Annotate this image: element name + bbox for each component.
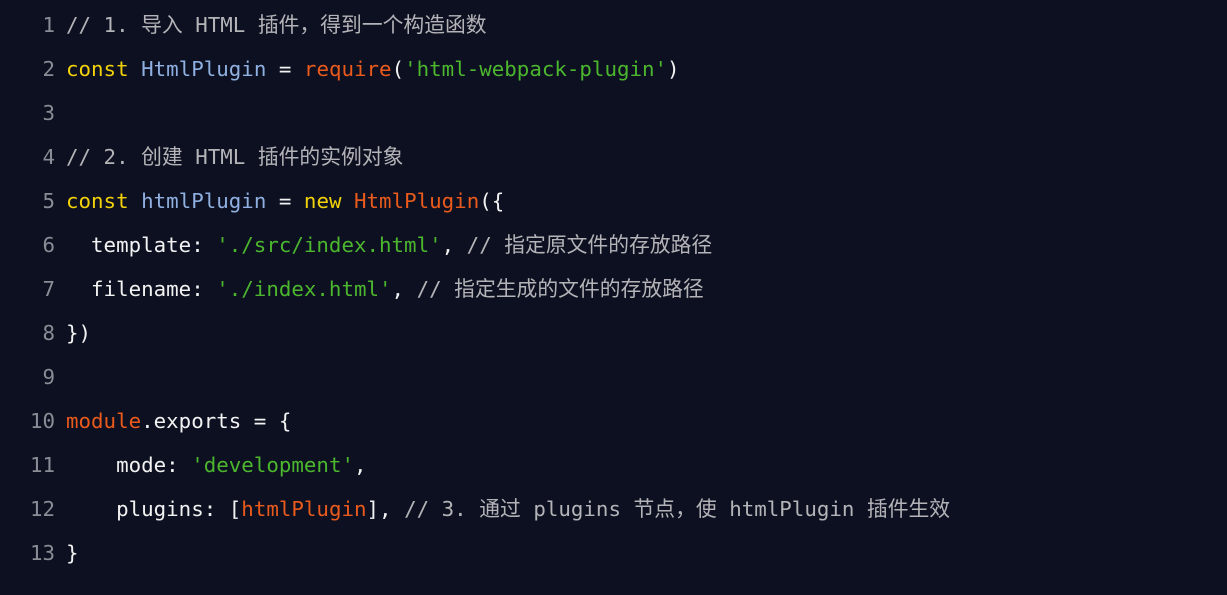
line-number: 7 <box>42 277 55 301</box>
token-plain: .exports = { <box>141 409 292 433</box>
token-func: module <box>66 409 142 433</box>
code-line: 6 template: './src/index.html', // 指定原文件… <box>0 223 1227 267</box>
token-plain: ( <box>391 57 405 81</box>
line-number: 3 <box>42 101 55 125</box>
token-plain: = <box>266 57 304 81</box>
code-line: 5 const htmlPlugin = new HtmlPlugin({ <box>0 179 1227 223</box>
code-line: 3 <box>0 91 1227 135</box>
line-number: 8 <box>42 321 55 345</box>
token-string: './src/index.html' <box>216 233 442 257</box>
code-line: 11 mode: 'development', <box>0 443 1227 487</box>
token-func: htmlPlugin <box>241 497 367 521</box>
code-line: 13} <box>0 531 1227 575</box>
token-comment: // 1. 导入 HTML 插件，得到一个构造函数 <box>66 13 487 37</box>
line-number: 2 <box>42 57 55 81</box>
line-source: module.exports = { <box>66 399 291 443</box>
line-number: 6 <box>42 233 55 257</box>
token-plain: plugins: [ <box>66 497 242 521</box>
code-line: 2 const HtmlPlugin = require('html-webpac… <box>0 47 1227 91</box>
token-plain: ], <box>366 497 405 521</box>
token-plain: template: <box>66 233 217 257</box>
line-number: 4 <box>42 145 55 169</box>
token-plain: = <box>266 189 304 213</box>
line-number: 1 <box>42 13 55 37</box>
code-line: 1 // 1. 导入 HTML 插件，得到一个构造函数 <box>0 3 1227 47</box>
token-string: './index.html' <box>216 277 392 301</box>
token-plain: ) <box>667 57 680 81</box>
line-source: mode: 'development', <box>66 443 367 487</box>
line-source: // 1. 导入 HTML 插件，得到一个构造函数 <box>66 3 487 47</box>
token-plain: , <box>354 453 367 477</box>
token-string: 'html-webpack-plugin' <box>404 57 668 81</box>
token-ident: HtmlPlugin <box>141 57 267 81</box>
token-comment: // 指定原文件的存放路径 <box>466 233 713 257</box>
line-number: 12 <box>29 497 55 521</box>
token-string: 'development' <box>191 453 354 477</box>
line-source: }) <box>66 311 91 355</box>
line-number: 5 <box>42 189 55 213</box>
line-source: plugins: [htmlPlugin], // 3. 通过 plugins … <box>66 487 950 531</box>
token-plain: , <box>391 277 417 301</box>
code-block: 1 // 1. 导入 HTML 插件，得到一个构造函数 2 const HtmlPlu… <box>0 3 1227 575</box>
line-number: 9 <box>42 365 55 389</box>
token-func: require <box>303 57 392 81</box>
code-line: 4 // 2. 创建 HTML 插件的实例对象 <box>0 135 1227 179</box>
token-plain: , <box>441 233 467 257</box>
line-number: 13 <box>29 541 55 565</box>
token-plain: }) <box>66 321 92 345</box>
code-line: 7 filename: './index.html', // 指定生成的文件的存… <box>0 267 1227 311</box>
token-comment: // 3. 通过 plugins 节点，使 htmlPlugin 插件生效 <box>404 497 951 521</box>
code-line: 12 plugins: [htmlPlugin], // 3. 通过 plugi… <box>0 487 1227 531</box>
code-line: 10 module.exports = { <box>0 399 1227 443</box>
line-source: const HtmlPlugin = require('html-webpack… <box>66 47 680 91</box>
token-comment: // 2. 创建 HTML 插件的实例对象 <box>66 145 404 169</box>
token-ident: htmlPlugin <box>141 189 267 213</box>
code-line: 8}) <box>0 311 1227 355</box>
code-line: 9 <box>0 355 1227 399</box>
token-keyword: const <box>66 189 129 213</box>
token-func: HtmlPlugin <box>354 189 480 213</box>
line-number: 11 <box>29 453 55 477</box>
line-source: filename: './index.html', // 指定生成的文件的存放路… <box>66 267 704 311</box>
line-source: } <box>66 531 79 575</box>
token-keyword: const <box>66 57 129 81</box>
line-source: template: './src/index.html', // 指定原文件的存… <box>66 223 712 267</box>
line-source: const htmlPlugin = new HtmlPlugin({ <box>66 179 504 223</box>
line-source: // 2. 创建 HTML 插件的实例对象 <box>66 135 403 179</box>
token-plain: ({ <box>479 189 505 213</box>
token-comment: // 指定生成的文件的存放路径 <box>416 277 704 301</box>
token-plain: } <box>66 541 79 565</box>
token-plain: filename: <box>66 277 217 301</box>
token-keyword: new <box>303 189 342 213</box>
token-plain: mode: <box>66 453 192 477</box>
line-number: 10 <box>29 409 55 433</box>
